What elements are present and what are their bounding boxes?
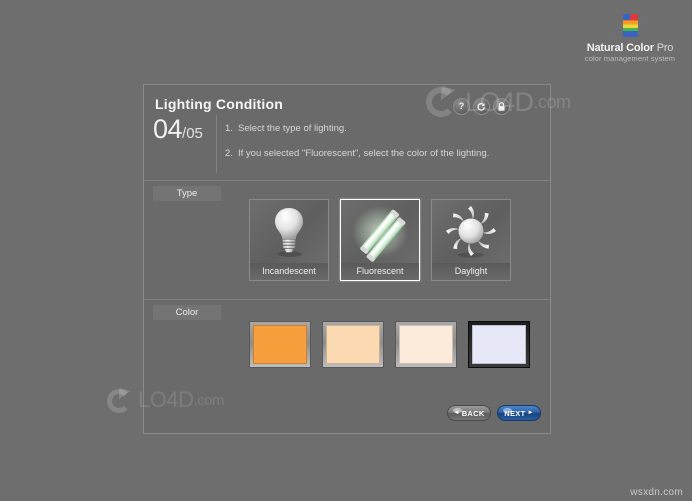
light-bulb-icon [250,200,328,264]
step-counter: 04/05 [153,116,203,143]
color-swatch-fill [472,325,526,364]
lighting-type-label: Fluorescent [341,263,419,280]
color-swatch-cream[interactable] [395,321,457,368]
color-swatch-fill [253,325,307,364]
logo-square-tab-right [631,14,638,20]
help-glyph: ? [458,101,465,111]
logo-square-tab-left [623,14,630,20]
lighting-type-label: Daylight [432,263,510,280]
header-divider [216,115,217,173]
lighting-type-daylight[interactable]: Daylight [431,199,511,281]
rainbow-square-orbit-icon [610,14,650,41]
brand-name-light: Pro [653,42,674,54]
type-section-label: Type [153,186,221,201]
next-arrow-icon: ► [527,410,534,416]
lighting-color-options [249,321,530,368]
type-section: Type Incandescent Fluorescent Daylight [144,181,550,300]
brand-logo: Natural Color Pro color management syste… [578,14,682,63]
instruction-item: 2. If you selected "Fluorescent", select … [225,148,540,159]
color-swatch-fill [326,325,380,364]
minimize-icon[interactable] [473,98,490,115]
panel-header: Lighting Condition 04/05 1. Select the ty… [144,85,550,181]
color-swatch-fill [399,325,453,364]
next-button[interactable]: NEXT ► [497,405,541,421]
instruction-number: 2. [225,148,233,159]
wizard-panel: Lighting Condition 04/05 1. Select the ty… [143,84,551,434]
back-arrow-icon: ◄ [453,410,460,416]
watermark-logo-icon [107,383,135,414]
instruction-list: 1. Select the type of lighting. 2. If you … [225,123,540,173]
color-swatch-cool-white[interactable] [468,321,530,368]
lighting-type-label: Incandescent [250,263,328,280]
footer-credit: wsxdn.com [630,487,683,498]
color-swatch-orange[interactable] [249,321,311,368]
lighting-type-incandescent[interactable]: Incandescent [249,199,329,281]
lighting-type-fluorescent[interactable]: Fluorescent [340,199,420,281]
panel-icon-buttons: ? [453,98,510,115]
instruction-text: Select the type of lighting. [238,123,347,134]
color-section: Color ◄ BACK NEXT ► [144,300,550,433]
back-button-label: BACK [461,408,485,418]
sun-icon [432,200,510,264]
color-section-label: Color [153,305,221,320]
instruction-number: 1. [225,123,233,134]
help-icon[interactable]: ? [453,98,470,115]
brand-subtitle: color management system [584,54,676,63]
fluorescent-tube-icon [341,200,419,264]
next-button-label: NEXT [504,408,526,418]
instruction-text: If you selected "Fluorescent", select th… [238,148,490,159]
instruction-item: 1. Select the type of lighting. [225,123,540,134]
back-button[interactable]: ◄ BACK [447,405,491,421]
lighting-type-options: Incandescent Fluorescent Daylight [249,199,511,281]
color-swatch-light-peach[interactable] [322,321,384,368]
lock-icon[interactable] [493,98,510,115]
wizard-navigation: ◄ BACK NEXT ► [447,405,541,421]
step-current: 04 [153,114,183,144]
step-total: /05 [182,125,203,142]
brand-name: Natural Color Pro [578,42,682,54]
page-title: Lighting Condition [155,96,284,112]
brand-name-bold: Natural Color [586,42,654,54]
